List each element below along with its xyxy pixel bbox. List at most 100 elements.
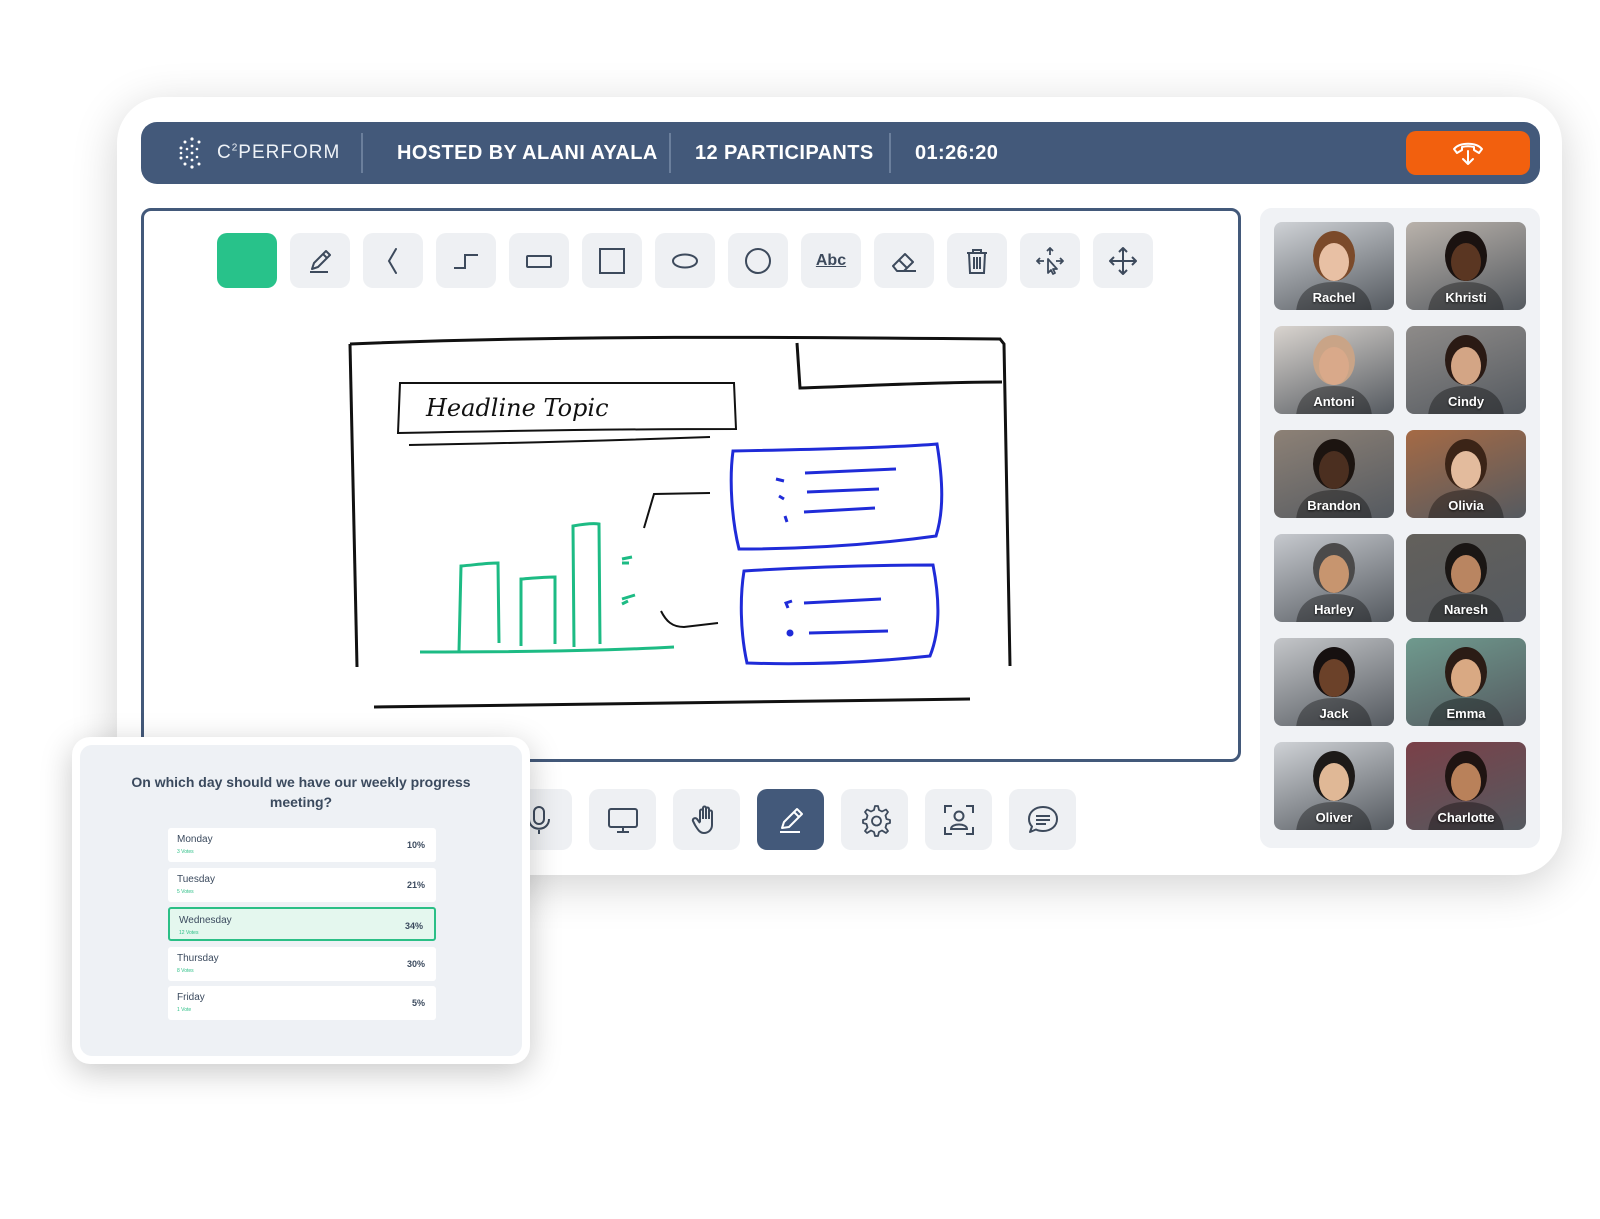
circle-tool-button[interactable] bbox=[728, 233, 788, 288]
trash-icon bbox=[967, 248, 987, 274]
participant-count: 12 PARTICIPANTS bbox=[695, 141, 874, 164]
poll-option-label: Thursday bbox=[177, 952, 219, 964]
poll-option-percent: 10% bbox=[406, 840, 425, 850]
ellipse-tool-button[interactable] bbox=[655, 233, 715, 288]
sketch-heading: Headline Topic bbox=[425, 394, 609, 422]
leave-call-button[interactable] bbox=[1406, 131, 1530, 175]
participant-name: Khristi bbox=[1445, 290, 1487, 305]
poll-card: On which day should we have our weekly p… bbox=[72, 737, 530, 1064]
participant-name: Jack bbox=[1319, 706, 1349, 721]
participant-name: Naresh bbox=[1443, 602, 1489, 617]
monitor-icon bbox=[607, 807, 638, 833]
chat-button[interactable] bbox=[1009, 789, 1076, 850]
participant-tile[interactable]: Olivia bbox=[1406, 430, 1526, 518]
whiteboard-canvas[interactable]: Headline Topic Abc bbox=[141, 208, 1241, 762]
pen-tool-button[interactable] bbox=[290, 233, 350, 288]
participant-name: Olivia bbox=[1448, 498, 1484, 513]
text-tool-button[interactable]: Abc bbox=[801, 233, 861, 288]
participant-tile[interactable]: Harley bbox=[1274, 534, 1394, 622]
participant-tile[interactable]: Charlotte bbox=[1406, 742, 1526, 830]
elbow-line-icon bbox=[454, 253, 478, 269]
host-label: HOSTED BY ALANI AYALA bbox=[397, 141, 658, 164]
settings-button[interactable] bbox=[841, 789, 908, 850]
circle-icon bbox=[745, 247, 771, 274]
poll-option[interactable]: Tuesday 5 Votes 21% bbox=[168, 867, 436, 902]
poll-option-label: Wednesday bbox=[179, 915, 232, 926]
gear-icon bbox=[861, 804, 891, 837]
participant-name: Emma bbox=[1446, 706, 1486, 721]
participant-tile[interactable]: Naresh bbox=[1406, 534, 1526, 622]
phone-hangup-icon bbox=[1453, 142, 1483, 165]
select-tool-button[interactable] bbox=[1020, 233, 1080, 288]
screen-share-button[interactable] bbox=[589, 789, 656, 850]
meeting-timer: 01:26:20 bbox=[915, 141, 999, 164]
participant-tile[interactable]: Oliver bbox=[1274, 742, 1394, 830]
hand-icon bbox=[691, 805, 713, 834]
call-controls bbox=[505, 789, 1076, 850]
focus-view-button[interactable] bbox=[925, 789, 992, 850]
brand: C2PERFORM bbox=[141, 122, 361, 184]
participant-tile[interactable]: Rachel bbox=[1274, 222, 1394, 310]
participant-name: Cindy bbox=[1447, 394, 1485, 409]
pen-icon bbox=[779, 807, 803, 833]
participant-tile[interactable]: Khristi bbox=[1406, 222, 1526, 310]
brand-name: C2PERFORM bbox=[217, 142, 341, 163]
poll-option-votes: 5 Votes bbox=[177, 888, 194, 895]
participant-tile[interactable]: Antoni bbox=[1274, 326, 1394, 414]
participant-name: Charlotte bbox=[1437, 810, 1495, 825]
poll-option-label: Friday bbox=[177, 992, 205, 1003]
rectangle-icon bbox=[526, 254, 552, 268]
poll-option[interactable]: Friday 1 Vote 5% bbox=[168, 986, 436, 1020]
ellipse-icon bbox=[672, 253, 698, 268]
poll-option-votes: 8 Votes bbox=[177, 967, 194, 974]
freehand-tool-button[interactable] bbox=[363, 233, 423, 288]
poll-option-votes: 3 Votes bbox=[177, 849, 194, 855]
text-icon: Abc bbox=[815, 251, 847, 269]
move-arrows-icon bbox=[1109, 246, 1137, 275]
poll-option[interactable]: Thursday 8 Votes 30% bbox=[168, 946, 436, 981]
brand-logo-icon bbox=[179, 137, 201, 169]
whiteboard-toolbar: Abc bbox=[217, 233, 1153, 288]
freehand-line-icon bbox=[387, 247, 397, 274]
poll-option-votes: 12 Votes bbox=[179, 930, 199, 936]
participant-name: Harley bbox=[1314, 602, 1354, 617]
participant-tile[interactable]: Emma bbox=[1406, 638, 1526, 726]
participant-name: Antoni bbox=[1313, 394, 1355, 409]
poll-option-label: Tuesday bbox=[177, 873, 215, 885]
square-tool-button[interactable] bbox=[582, 233, 642, 288]
app-stage: C2PERFORM HOSTED BY ALANI AYALA 12 PARTI… bbox=[0, 0, 1600, 1219]
color-swatch-button[interactable] bbox=[217, 233, 277, 288]
connector-tool-button[interactable] bbox=[436, 233, 496, 288]
pan-tool-button[interactable] bbox=[1093, 233, 1153, 288]
poll-body: On which day should we have our weekly p… bbox=[80, 745, 522, 1056]
poll-option-percent: 21% bbox=[406, 879, 425, 890]
participant-name: Oliver bbox=[1315, 810, 1353, 825]
square-icon bbox=[599, 247, 625, 274]
poll-option-percent: 34% bbox=[404, 921, 423, 931]
eraser-icon bbox=[892, 252, 916, 272]
participant-tile[interactable]: Brandon bbox=[1274, 430, 1394, 518]
poll-option[interactable]: Wednesday 12 Votes 34% bbox=[168, 907, 436, 941]
select-move-icon bbox=[1036, 246, 1064, 275]
poll-option[interactable]: Monday 3 Votes 10% bbox=[168, 828, 436, 862]
participant-name: Brandon bbox=[1307, 498, 1361, 513]
participant-tile[interactable]: Cindy bbox=[1406, 326, 1526, 414]
poll-question: On which day should we have our weekly p… bbox=[131, 774, 471, 810]
person-frame-icon bbox=[943, 804, 974, 835]
poll-option-label: Monday bbox=[177, 834, 213, 845]
poll-option-percent: 5% bbox=[411, 998, 425, 1008]
participant-name: Rachel bbox=[1312, 290, 1356, 305]
pen-icon bbox=[310, 249, 331, 273]
rectangle-tool-button[interactable] bbox=[509, 233, 569, 288]
chat-bubble-icon bbox=[1027, 805, 1058, 833]
raise-hand-button[interactable] bbox=[673, 789, 740, 850]
delete-tool-button[interactable] bbox=[947, 233, 1007, 288]
poll-option-percent: 30% bbox=[406, 958, 425, 969]
participant-tile[interactable]: Jack bbox=[1274, 638, 1394, 726]
eraser-tool-button[interactable] bbox=[874, 233, 934, 288]
poll-option-votes: 1 Vote bbox=[177, 1007, 192, 1013]
whiteboard-button[interactable] bbox=[757, 789, 824, 850]
meeting-header: C2PERFORM HOSTED BY ALANI AYALA 12 PARTI… bbox=[141, 122, 1540, 184]
participant-panel: Rachel Khristi Antoni Cindy Brandon Olivia Har… bbox=[1260, 208, 1540, 848]
whiteboard-sketch: Headline Topic bbox=[348, 335, 1012, 709]
